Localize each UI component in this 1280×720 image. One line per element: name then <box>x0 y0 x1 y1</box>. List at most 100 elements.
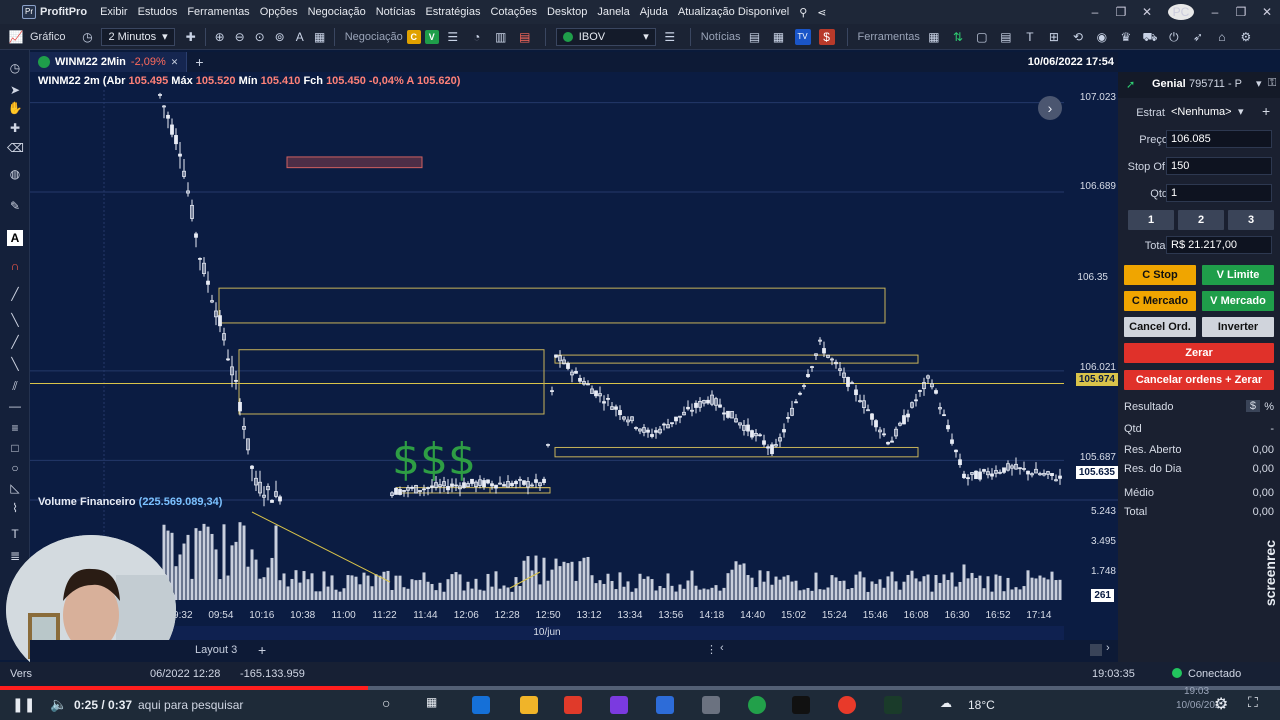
menu-estrategias[interactable]: Estratégias <box>420 6 485 18</box>
qtd-input[interactable]: 1 <box>1166 184 1272 202</box>
stop-input[interactable]: 150 <box>1166 157 1272 175</box>
replay-icon[interactable]: ⟲ <box>1070 29 1086 45</box>
tv-icon[interactable]: TV <box>794 28 811 45</box>
explorer-icon[interactable] <box>520 696 538 714</box>
restore-icon[interactable]: ❐ <box>1228 5 1254 19</box>
fullscreen-icon[interactable]: ⛶ <box>1248 694 1258 711</box>
v-mercado-button[interactable]: V Mercado <box>1202 291 1274 311</box>
cancelar-zerar-button[interactable]: Cancelar ordens + Zerar <box>1124 370 1274 390</box>
fibonacci-icon[interactable]: ≡ <box>7 420 23 436</box>
lines-icon[interactable]: ≣ <box>7 548 23 564</box>
menu-noticias[interactable]: Notícias <box>371 6 421 18</box>
c-mercado-button[interactable]: C Mercado <box>1124 291 1196 311</box>
cursor-icon[interactable]: ➤ <box>7 82 23 98</box>
widgets-icon[interactable]: ▦ <box>426 695 437 709</box>
rectangle-icon[interactable]: □ <box>7 440 23 456</box>
pause-icon[interactable]: ❚❚ <box>12 696 35 713</box>
horizontal-line-icon[interactable]: — <box>7 398 23 414</box>
pen-icon[interactable]: ╱ <box>7 286 23 302</box>
price-chart[interactable]: $$$ WINM22 2m (Abr 105.495 Máx 105.520 M… <box>30 72 1118 640</box>
text-t-icon[interactable]: T <box>7 526 23 542</box>
brave-icon[interactable] <box>564 696 582 714</box>
minimize-icon[interactable]: ‒ <box>1202 5 1228 19</box>
sell-v-button[interactable]: V <box>424 29 439 44</box>
list-icon[interactable]: ☰ <box>662 29 678 45</box>
menu-atualizacao[interactable]: Atualização Disponível <box>673 6 794 18</box>
zoom-out-icon[interactable]: ⊖ <box>232 29 248 45</box>
chrome-icon[interactable] <box>748 696 766 714</box>
close-icon[interactable]: ✕ <box>171 57 179 68</box>
magnet-icon[interactable]: ◍ <box>7 166 23 182</box>
pencil-icon[interactable]: ✎ <box>7 198 23 214</box>
line-icon[interactable]: ╲ <box>7 312 23 328</box>
menu-exibir[interactable]: Exibir <box>95 6 133 18</box>
zoom-in-icon[interactable]: ⊕ <box>212 29 228 45</box>
search-icon[interactable]: ⚲ <box>794 6 812 19</box>
menu-ferramentas[interactable]: Ferramentas <box>182 6 254 18</box>
timeframe-select[interactable]: 2 Minutos ▾ <box>101 27 175 46</box>
edge-icon[interactable] <box>472 696 490 714</box>
layout-grid-icon[interactable]: ▦ <box>312 29 328 45</box>
add-layout-icon[interactable]: + <box>258 642 266 658</box>
drag-handle-icon[interactable]: ⋮ <box>706 643 717 656</box>
buy-c-button[interactable]: C <box>406 29 421 44</box>
chevron-down-icon[interactable]: ▾ <box>1238 105 1244 118</box>
news-icon[interactable]: ▤ <box>747 29 763 45</box>
education-icon[interactable]: ⌂ <box>1214 29 1230 45</box>
channel-icon[interactable]: ⫽ <box>7 378 23 394</box>
grafico-button[interactable]: 📈 Gráfico <box>0 29 71 45</box>
preset-2-button[interactable]: 2 <box>1178 210 1224 230</box>
lock-icon[interactable]: ⚿ <box>1268 77 1276 90</box>
profit-icon[interactable] <box>884 696 902 714</box>
table-icon[interactable]: ▤ <box>998 29 1014 45</box>
text-tool-icon[interactable]: A <box>292 29 308 45</box>
text-tool-icon[interactable]: A <box>7 230 23 246</box>
pie-icon[interactable]: ◔ <box>469 29 485 45</box>
scrollbar-thumb[interactable] <box>1090 644 1102 656</box>
menu-ajuda[interactable]: Ajuda <box>635 6 673 18</box>
add-icon[interactable]: ✚ <box>183 29 199 45</box>
chevron-right-icon[interactable]: › <box>1106 642 1110 654</box>
inverter-button[interactable]: Inverter <box>1202 317 1274 337</box>
text-icon[interactable]: T <box>1022 29 1038 45</box>
close-icon[interactable]: ✕ <box>1134 5 1160 19</box>
zoom-fit-icon[interactable]: ⊙ <box>252 29 268 45</box>
capcut-icon[interactable] <box>792 696 810 714</box>
menu-opcoes[interactable]: Opções <box>255 6 303 18</box>
symbol-select[interactable]: IBOV ▾ <box>555 27 656 46</box>
trendline-icon[interactable]: ╱ <box>7 334 23 350</box>
share-icon[interactable]: ⋖ <box>812 6 831 19</box>
account-select[interactable]: 795711 - P <box>1189 78 1242 90</box>
power-icon[interactable]: ⏻ <box>1166 29 1182 45</box>
gear-icon[interactable]: ⚙ <box>1238 29 1254 45</box>
menu-desktop[interactable]: Desktop <box>542 6 592 18</box>
times-trades-icon[interactable]: ▤ <box>517 29 533 45</box>
eraser-icon[interactable]: ⌫ <box>7 140 24 156</box>
scanner-icon[interactable]: ▦ <box>926 29 942 45</box>
chrome-icon[interactable] <box>838 696 856 714</box>
estrategia-select[interactable]: <Nenhuma> <box>1166 103 1246 121</box>
arrows-icon[interactable]: ⇅ <box>950 29 966 45</box>
clock-small-icon[interactable]: ◷ <box>7 60 23 76</box>
avatar[interactable]: PC <box>1168 4 1194 20</box>
menu-estudos[interactable]: Estudos <box>133 6 183 18</box>
c-stop-button[interactable]: C Stop <box>1124 265 1196 285</box>
chart-tab[interactable]: WINM22 2Min -2,09% ✕ <box>30 52 188 72</box>
triangle-icon[interactable]: ◺ <box>7 480 23 496</box>
ray-icon[interactable]: ╲ <box>7 356 23 372</box>
watchlist-icon[interactable]: ▢ <box>974 29 990 45</box>
menu-cotacoes[interactable]: Cotações <box>485 6 541 18</box>
zoom-area-icon[interactable]: ⊚ <box>272 29 288 45</box>
menu-negociacao[interactable]: Negociação <box>303 6 371 18</box>
app-icon[interactable] <box>610 696 628 714</box>
crosshair-icon[interactable]: ✚ <box>7 120 23 136</box>
zerar-button[interactable]: Zerar <box>1124 343 1274 363</box>
layout-tab[interactable]: Layout 3 <box>195 644 237 656</box>
ellipse-icon[interactable]: ○ <box>7 460 23 476</box>
chevron-down-icon[interactable]: ▾ <box>1256 77 1262 90</box>
cancel-orders-button[interactable]: Cancel Ord. <box>1124 317 1196 337</box>
book-icon[interactable]: ☰ <box>445 29 461 45</box>
gear-icon[interactable]: ⚙ <box>1214 694 1228 714</box>
close-icon[interactable]: ✕ <box>1254 5 1280 19</box>
calendar-icon[interactable]: ▦ <box>771 29 787 45</box>
